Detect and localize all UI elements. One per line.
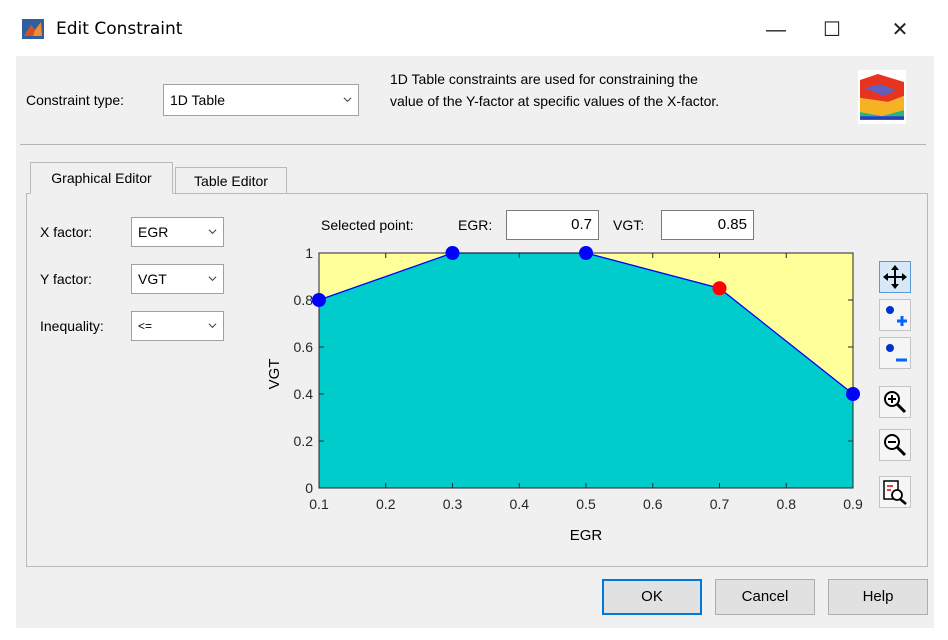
data-point[interactable] <box>846 387 860 401</box>
x-tick-label: 0.7 <box>710 496 730 512</box>
title-bar: Edit Constraint — ☐ ✕ <box>0 0 948 56</box>
y-tick-label: 0.6 <box>294 339 314 355</box>
x-tick-label: 0.1 <box>309 496 329 512</box>
data-point[interactable] <box>446 246 460 260</box>
x-tick-label: 0.8 <box>777 496 797 512</box>
window-title: Edit Constraint <box>56 19 182 39</box>
dialog-body: Constraint type: 1D Table 1D Table const… <box>16 56 934 628</box>
move-icon <box>880 262 910 292</box>
move-tool-button[interactable] <box>879 261 911 293</box>
x-tick-label: 0.5 <box>576 496 596 512</box>
y-axis-title: VGT <box>266 359 283 390</box>
remove-point-button[interactable] <box>879 337 911 369</box>
cancel-button[interactable]: Cancel <box>715 579 815 615</box>
y-tick-label: 0 <box>305 480 313 496</box>
maximize-button[interactable]: ☐ <box>812 14 852 46</box>
reset-zoom-button[interactable] <box>879 476 911 508</box>
constraint-chart[interactable]: 0.1 0.2 0.3 0.4 0.5 0.6 0.7 0.8 0.9 0 0.2 0.4 0.6 0.8… <box>16 56 934 628</box>
data-point[interactable] <box>579 246 593 260</box>
x-tick-label: 0.3 <box>443 496 463 512</box>
close-button[interactable]: ✕ <box>880 14 920 46</box>
remove-point-icon <box>880 338 910 368</box>
y-tick-label: 0.8 <box>294 292 314 308</box>
x-tick-label: 0.2 <box>376 496 396 512</box>
x-tick-label: 0.4 <box>510 496 530 512</box>
x-tick-label: 0.9 <box>843 496 863 512</box>
x-tick-label: 0.6 <box>643 496 663 512</box>
y-tick-label: 0.4 <box>294 386 314 402</box>
add-point-button[interactable] <box>879 299 911 331</box>
reset-zoom-icon <box>880 477 910 507</box>
zoom-out-button[interactable] <box>879 429 911 461</box>
zoom-in-button[interactable] <box>879 386 911 418</box>
x-axis-title: EGR <box>570 527 603 544</box>
y-tick-label: 0.2 <box>294 433 314 449</box>
minimize-button[interactable]: — <box>756 14 796 46</box>
ok-button[interactable]: OK <box>602 579 702 615</box>
data-point[interactable] <box>312 293 326 307</box>
matlab-logo-icon <box>22 19 44 39</box>
selected-data-point[interactable] <box>713 281 727 295</box>
add-point-icon <box>880 300 910 330</box>
zoom-in-icon <box>880 387 910 417</box>
y-tick-label: 1 <box>305 245 313 261</box>
zoom-out-icon <box>880 430 910 460</box>
tab-graphical-editor[interactable]: Graphical Editor <box>30 162 173 194</box>
help-button[interactable]: Help <box>828 579 928 615</box>
